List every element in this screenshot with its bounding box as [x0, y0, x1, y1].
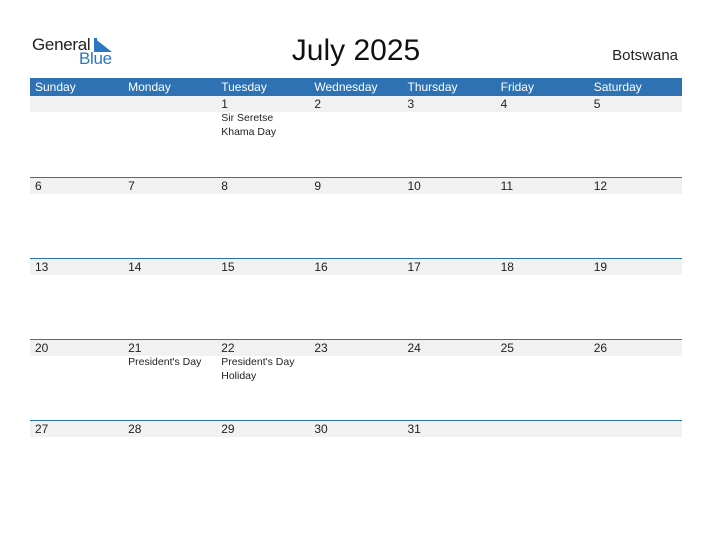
day-number: 11 [500, 179, 514, 193]
weekday-monday: Monday [128, 80, 171, 94]
date-strip: 6 7 8 9 10 11 12 [30, 178, 682, 194]
calendar-title: July 2025 [291, 34, 421, 67]
day-number: 15 [221, 260, 235, 274]
day-number: 12 [593, 179, 608, 193]
day-number: 28 [128, 422, 142, 436]
day-number: 31 [407, 422, 421, 436]
date-strip: 27 28 29 30 31 [30, 421, 682, 437]
holiday-label [30, 112, 123, 139]
holiday-label [496, 112, 589, 139]
holiday-label [123, 112, 216, 139]
day-number: 18 [500, 260, 514, 274]
holiday-label [309, 356, 402, 383]
day-number: 26 [593, 341, 608, 355]
day-number: 5 [593, 97, 601, 111]
holiday-label [589, 356, 682, 383]
day-number: 23 [314, 341, 328, 355]
holiday-label [309, 112, 402, 139]
day-number: 4 [500, 97, 508, 111]
day-number: 3 [407, 97, 415, 111]
holiday-label: President's Day [128, 356, 202, 368]
day-number: 29 [221, 422, 235, 436]
day-number [30, 96, 123, 112]
holiday-label [403, 112, 496, 139]
date-strip: 1 2 3 4 5 [30, 96, 682, 112]
day-number [589, 421, 682, 437]
week-row: 1 2 3 4 5 Sir Seretse Khama Day [30, 96, 682, 139]
day-number: 24 [407, 341, 421, 355]
week-row: 27 28 29 30 31 [30, 420, 682, 437]
day-number [496, 421, 589, 437]
events-area: Sir Seretse Khama Day [30, 112, 682, 139]
day-number: 17 [407, 260, 421, 274]
holiday-label [589, 112, 682, 139]
weekday-thursday: Thursday [407, 80, 458, 94]
events-area: President's Day President's Day Holiday [30, 356, 682, 383]
weekday-friday: Friday [500, 80, 534, 94]
weekday-header: Sunday Monday Tuesday Wednesday Thursday… [30, 78, 682, 96]
weekday-tuesday: Tuesday [221, 80, 267, 94]
day-number: 13 [35, 260, 49, 274]
day-number: 6 [35, 179, 42, 193]
week-row: 6 7 8 9 10 11 12 [30, 177, 682, 194]
week-row: 13 14 15 16 17 18 19 [30, 258, 682, 275]
day-number: 20 [35, 341, 49, 355]
date-strip: 13 14 15 16 17 18 19 [30, 259, 682, 275]
day-number: 14 [128, 260, 142, 274]
holiday-label: Sir Seretse Khama Day [221, 112, 277, 138]
day-number [123, 96, 216, 112]
date-strip: 20 21 22 23 24 25 26 [30, 340, 682, 356]
weekday-saturday: Saturday [593, 80, 642, 94]
day-number: 1 [221, 97, 228, 111]
day-number: 30 [314, 422, 328, 436]
day-number: 19 [593, 260, 608, 274]
day-number: 7 [128, 179, 135, 193]
holiday-label [30, 356, 123, 383]
day-number: 2 [314, 97, 322, 111]
day-number: 9 [314, 179, 322, 193]
week-row: 20 21 22 23 24 25 26 President's Day President's… [30, 339, 682, 383]
weekday-wednesday: Wednesday [314, 80, 378, 94]
holiday-label: President's Day Holiday [221, 356, 295, 382]
day-number: 22 [221, 341, 235, 355]
day-number: 21 [128, 341, 142, 355]
holiday-label [496, 356, 589, 383]
day-number: 16 [314, 260, 328, 274]
day-number: 10 [407, 179, 421, 193]
country-label: Botswana [612, 47, 678, 64]
holiday-label [403, 356, 496, 383]
day-number: 8 [221, 179, 228, 193]
day-number: 25 [500, 341, 514, 355]
weekday-sunday: Sunday [35, 80, 76, 94]
day-number: 27 [35, 422, 49, 436]
